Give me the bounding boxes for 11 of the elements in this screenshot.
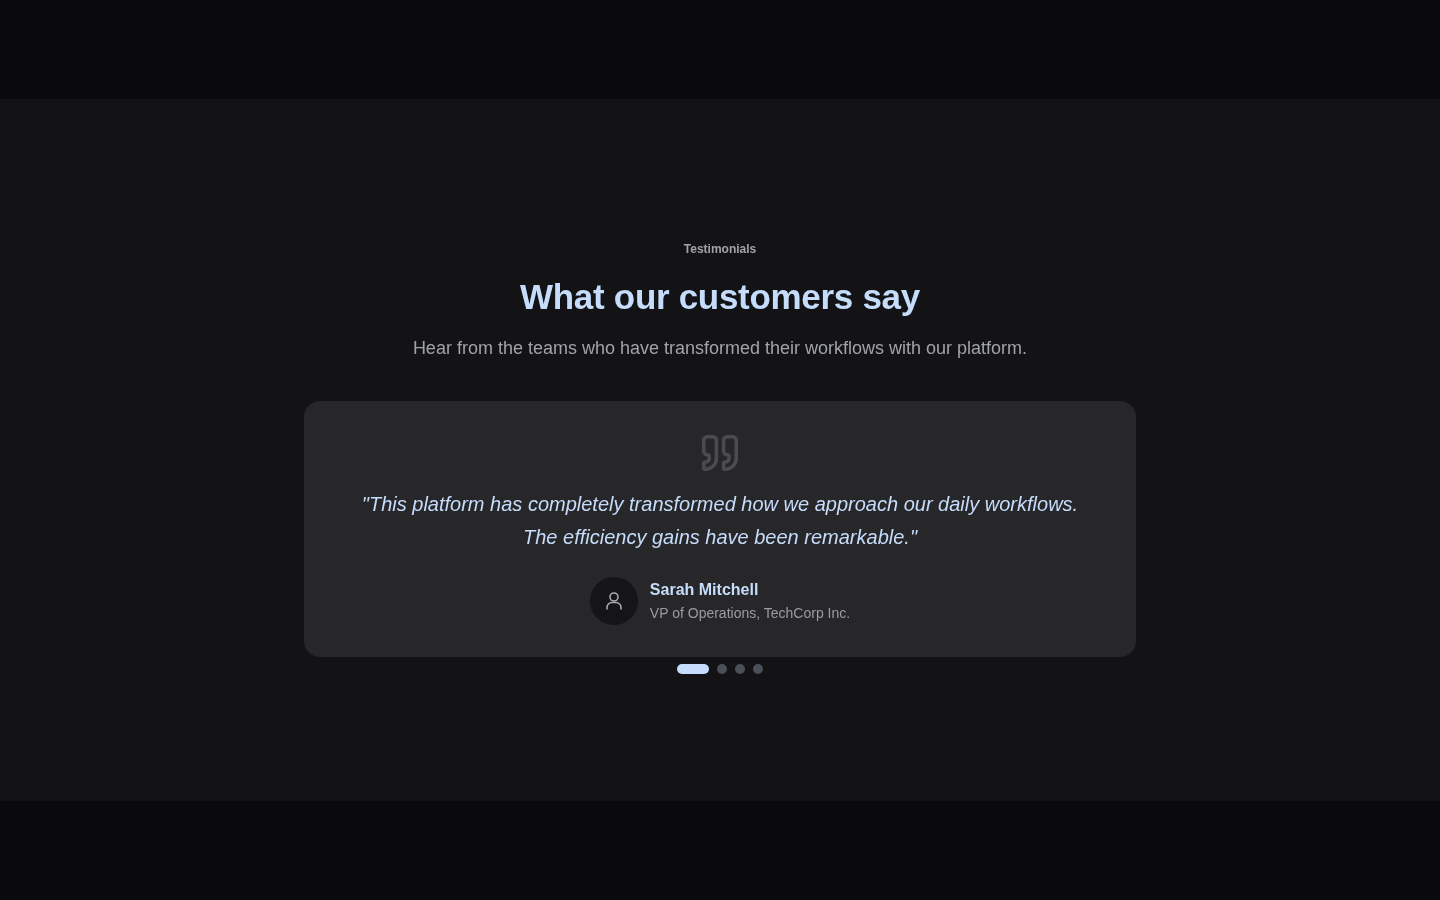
testimonial-quote: "This platform has completely transformed how we approach our daily workflows. The efficiency gains have been remarkable." <box>360 491 1080 550</box>
section-title: What our customers say <box>520 275 920 318</box>
avatar-person-icon <box>589 576 638 625</box>
quote-icon <box>702 434 738 471</box>
pagination-dot[interactable] <box>735 663 745 674</box>
pagination-dot[interactable] <box>717 663 727 674</box>
pagination-dot[interactable] <box>753 663 763 674</box>
section-subtitle: Hear from the teams who have transformed their workflows with our platform. <box>412 336 1028 360</box>
section-eyebrow: Testimonials <box>683 240 757 257</box>
author-role: VP of Operations, TechCorp Inc. <box>649 603 851 623</box>
author-name: Sarah Mitchell <box>649 579 760 600</box>
